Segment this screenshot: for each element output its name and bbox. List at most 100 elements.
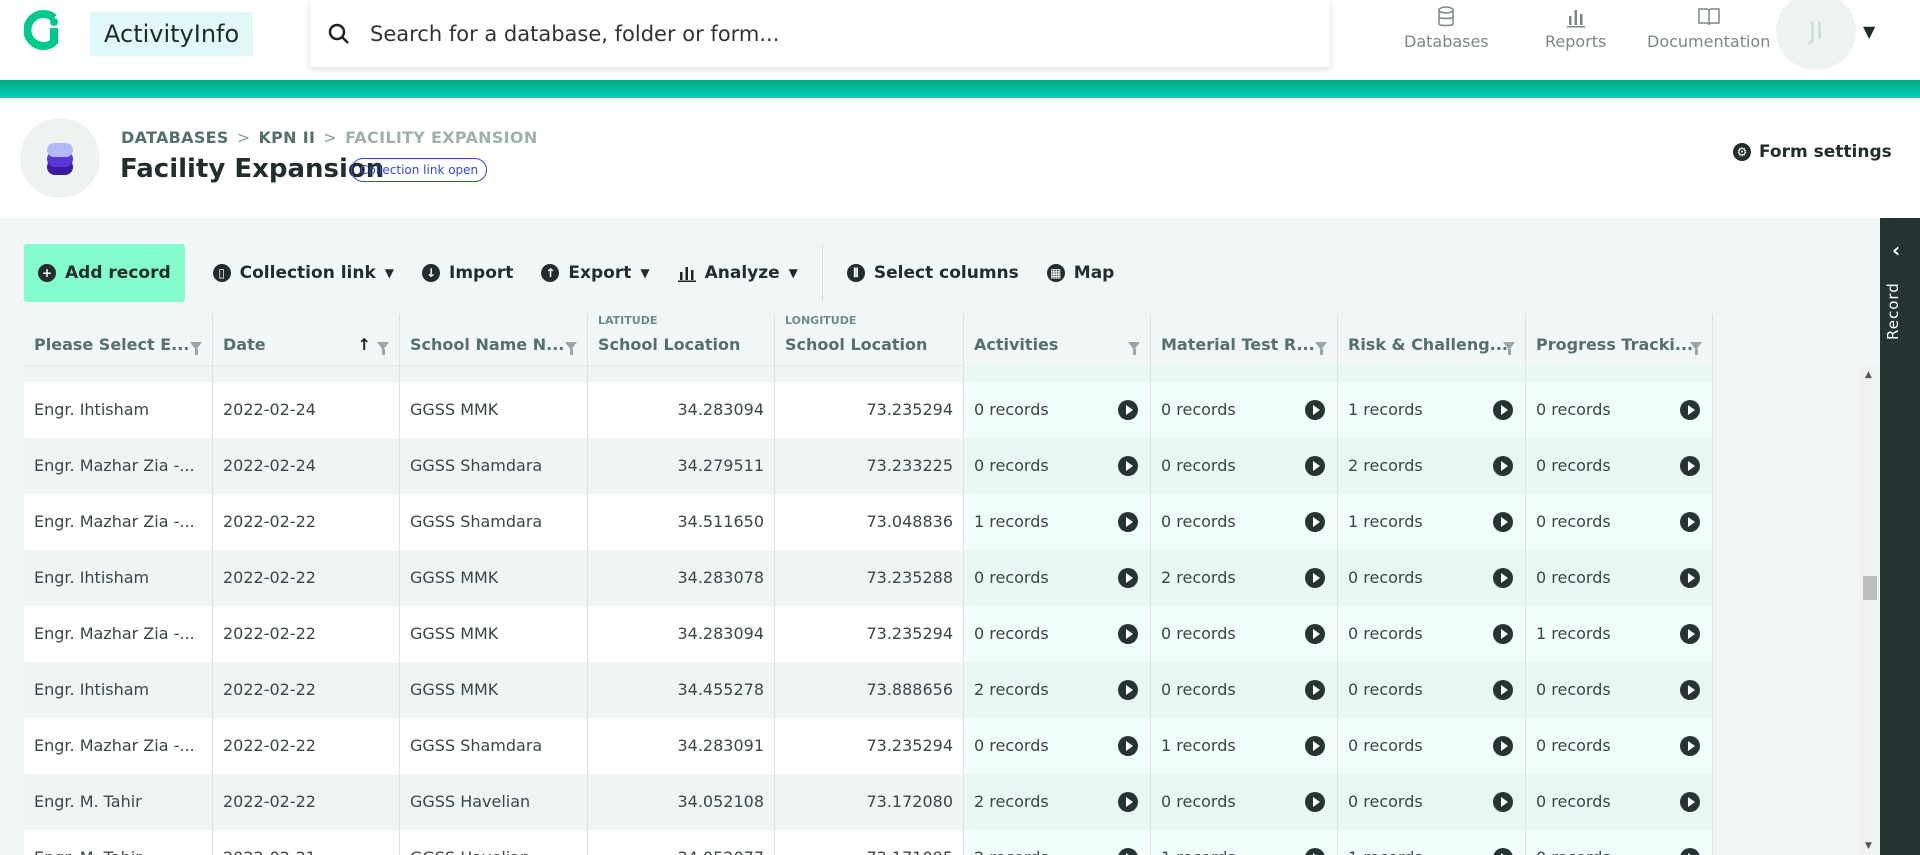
subform-records-cell[interactable]: 0 records: [1151, 494, 1338, 550]
table-cell[interactable]: GGSS Shamdara: [400, 494, 588, 550]
table-cell[interactable]: 34.279511: [588, 438, 775, 494]
subform-records-cell[interactable]: 1 records: [1151, 718, 1338, 774]
scroll-down-icon[interactable]: ▼: [1865, 841, 1872, 851]
subform-records-cell[interactable]: 2 records: [1151, 550, 1338, 606]
table-cell[interactable]: GGSS Shamdara: [400, 718, 588, 774]
import-button[interactable]: ↓ Import: [408, 244, 527, 302]
subform-records-cell[interactable]: 0 records: [964, 718, 1151, 774]
open-records-icon[interactable]: [1305, 400, 1325, 420]
subform-records-cell[interactable]: 0 records: [1526, 438, 1713, 494]
open-records-icon[interactable]: [1493, 568, 1513, 588]
search-input[interactable]: Search for a database, folder or form...: [310, 0, 1330, 67]
open-records-icon[interactable]: [1493, 512, 1513, 532]
table-row[interactable]: Engr. Mazhar Zia -... 2022-02-22 GGSS MMK 3…: [24, 606, 1713, 662]
subform-records-cell[interactable]: 1 records: [1338, 494, 1526, 550]
subform-records-cell[interactable]: 1 records: [1151, 830, 1338, 855]
subform-records-cell[interactable]: 0 records: [964, 382, 1151, 438]
map-button[interactable]: ▦ Map: [1033, 244, 1129, 302]
breadcrumb-kpn-ii[interactable]: KPN II: [258, 128, 315, 147]
open-records-icon[interactable]: [1680, 568, 1700, 588]
table-cell[interactable]: Engr. Ihtisham: [24, 662, 213, 718]
subform-records-cell[interactable]: 0 records: [1338, 606, 1526, 662]
subform-records-cell[interactable]: 0 records: [1338, 550, 1526, 606]
table-cell[interactable]: 73.888656: [775, 662, 964, 718]
filter-icon[interactable]: [377, 342, 389, 355]
table-cell[interactable]: 2022-02-24: [213, 438, 400, 494]
subform-records-cell[interactable]: 0 records: [964, 438, 1151, 494]
open-records-icon[interactable]: [1493, 680, 1513, 700]
subform-records-cell[interactable]: 0 records: [1338, 718, 1526, 774]
subform-records-cell[interactable]: 0 records: [1151, 774, 1338, 830]
open-records-icon[interactable]: [1305, 456, 1325, 476]
table-cell[interactable]: 2022-02-22: [213, 662, 400, 718]
table-row[interactable]: Engr. M. Tahir 2022-02-21 GGSS Havelian 34.…: [24, 830, 1713, 855]
table-cell[interactable]: GGSS Havelian: [400, 830, 588, 855]
table-cell[interactable]: 34.511650: [588, 494, 775, 550]
export-button[interactable]: ↑ Export ▼: [527, 244, 663, 302]
subform-records-cell[interactable]: 1 records: [1338, 382, 1526, 438]
record-side-panel-toggle[interactable]: ‹ Record: [1880, 218, 1920, 855]
column-header[interactable]: Activities: [964, 314, 1151, 366]
table-cell[interactable]: Engr. M. Tahir: [24, 830, 213, 855]
table-cell[interactable]: 73.048836: [775, 494, 964, 550]
subform-records-cell[interactable]: 0 records: [1526, 662, 1713, 718]
subform-records-cell[interactable]: 0 records: [1526, 774, 1713, 830]
user-avatar[interactable]: JI: [1776, 0, 1856, 70]
subform-records-cell[interactable]: 0 records: [1151, 662, 1338, 718]
subform-records-cell[interactable]: 2 records: [1338, 438, 1526, 494]
open-records-icon[interactable]: [1305, 512, 1325, 532]
select-columns-button[interactable]: ⦀ Select columns: [833, 244, 1033, 302]
sort-ascending-icon[interactable]: ↑: [358, 335, 371, 354]
table-cell[interactable]: 73.235288: [775, 550, 964, 606]
table-cell[interactable]: 73.171095: [775, 830, 964, 855]
open-records-icon[interactable]: [1680, 512, 1700, 532]
table-cell[interactable]: Engr. Mazhar Zia -...: [24, 494, 213, 550]
form-settings-button[interactable]: ⚙ Form settings: [1733, 142, 1892, 162]
subform-records-cell[interactable]: 2 records: [964, 830, 1151, 855]
table-row[interactable]: Engr. Mazhar Zia -... 2022-02-22 GGSS Sham…: [24, 494, 1713, 550]
table-cell[interactable]: 2022-02-24: [213, 382, 400, 438]
table-cell[interactable]: GGSS MMK: [400, 550, 588, 606]
table-cell[interactable]: 34.283094: [588, 382, 775, 438]
column-header[interactable]: Date ↑: [213, 314, 400, 366]
table-row[interactable]: Engr. Ihtisham 2022-02-22 GGSS MMK 34.45527…: [24, 662, 1713, 718]
open-records-icon[interactable]: [1118, 568, 1138, 588]
activityinfo-logo[interactable]: [24, 10, 64, 50]
add-record-button[interactable]: + Add record: [24, 244, 185, 302]
table-cell[interactable]: GGSS MMK: [400, 662, 588, 718]
analyze-button[interactable]: Analyze ▼: [664, 244, 812, 302]
table-row[interactable]: Engr. Mazhar Zia -... 2022-02-22 GGSS Sham…: [24, 718, 1713, 774]
open-records-icon[interactable]: [1305, 680, 1325, 700]
open-records-icon[interactable]: [1305, 568, 1325, 588]
table-cell[interactable]: GGSS MMK: [400, 382, 588, 438]
nav-databases[interactable]: Databases: [1404, 6, 1489, 51]
collection-link-button[interactable]: ▯ Collection link ▼: [199, 244, 408, 302]
open-records-icon[interactable]: [1680, 680, 1700, 700]
filter-icon[interactable]: [565, 342, 577, 355]
subform-records-cell[interactable]: 0 records: [1526, 718, 1713, 774]
subform-records-cell[interactable]: 0 records: [1151, 606, 1338, 662]
subform-records-cell[interactable]: 0 records: [1526, 830, 1713, 855]
table-cell[interactable]: 73.235294: [775, 606, 964, 662]
scrollbar-thumb[interactable]: [1863, 576, 1877, 600]
column-header[interactable]: Please Select E...: [24, 314, 213, 366]
table-cell[interactable]: 2022-02-22: [213, 550, 400, 606]
open-records-icon[interactable]: [1493, 624, 1513, 644]
subform-records-cell[interactable]: 0 records: [964, 550, 1151, 606]
table-cell[interactable]: 2022-02-22: [213, 606, 400, 662]
subform-records-cell[interactable]: 0 records: [1526, 494, 1713, 550]
table-cell[interactable]: Engr. Mazhar Zia -...: [24, 718, 213, 774]
open-records-icon[interactable]: [1118, 400, 1138, 420]
table-cell[interactable]: 73.235294: [775, 718, 964, 774]
app-name[interactable]: ActivityInfo: [90, 12, 254, 56]
open-records-icon[interactable]: [1118, 848, 1138, 855]
table-row[interactable]: Engr. Ihtisham 2022-02-22 GGSS MMK 34.28307…: [24, 550, 1713, 606]
open-records-icon[interactable]: [1118, 680, 1138, 700]
table-cell[interactable]: 34.052077: [588, 830, 775, 855]
table-cell[interactable]: 73.235294: [775, 382, 964, 438]
open-records-icon[interactable]: [1680, 792, 1700, 812]
open-records-icon[interactable]: [1305, 848, 1325, 855]
subform-records-cell[interactable]: 0 records: [1526, 550, 1713, 606]
open-records-icon[interactable]: [1118, 792, 1138, 812]
table-cell[interactable]: 2022-02-22: [213, 718, 400, 774]
